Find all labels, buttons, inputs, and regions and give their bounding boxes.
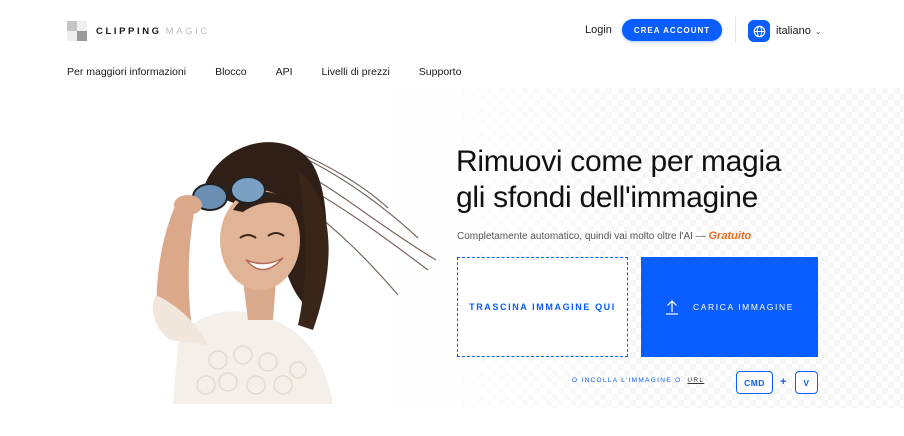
header-divider bbox=[735, 17, 736, 43]
upload-image-button[interactable]: CARICA IMMAGINE bbox=[641, 257, 818, 357]
paste-hint: O INCOLLA L'IMMAGINE O URL bbox=[572, 377, 704, 384]
headline-line-1: Rimuovi come per magia bbox=[456, 145, 782, 178]
shortcut-key-cmd: CMD bbox=[736, 371, 773, 394]
drop-zone-label: TRASCINA IMMAGINE QUI bbox=[469, 302, 616, 312]
upload-label: CARICA IMMAGINE bbox=[693, 302, 794, 312]
upload-arrow-icon bbox=[665, 299, 679, 315]
create-account-button[interactable]: CREA ACCOUNT bbox=[622, 19, 722, 41]
paste-url-link[interactable]: URL bbox=[687, 377, 704, 384]
shortcut-key-v: V bbox=[795, 371, 818, 394]
chevron-down-icon: ⌄ bbox=[814, 26, 822, 36]
page-title: Rimuovi come per magia gli sfondi dell'i… bbox=[456, 144, 781, 216]
logo[interactable]: CLIPPING MAGIC bbox=[67, 21, 210, 41]
login-link[interactable]: Login bbox=[585, 24, 612, 36]
logo-word-magic: MAGIC bbox=[165, 25, 210, 37]
hero-photo bbox=[152, 142, 437, 404]
shortcut-plus: + bbox=[780, 376, 787, 388]
logo-word-clipping: CLIPPING bbox=[96, 25, 162, 37]
globe-icon bbox=[748, 20, 770, 42]
nav-item-blog[interactable]: Blocco bbox=[215, 66, 247, 78]
main-nav: Per maggiori informazioni Blocco API Liv… bbox=[67, 66, 461, 78]
drop-zone[interactable]: TRASCINA IMMAGINE QUI bbox=[457, 257, 628, 357]
nav-item-info[interactable]: Per maggiori informazioni bbox=[67, 66, 186, 78]
nav-item-api[interactable]: API bbox=[276, 66, 293, 78]
paste-hint-text: O INCOLLA L'IMMAGINE O bbox=[572, 377, 682, 384]
nav-item-pricing[interactable]: Livelli di prezzi bbox=[322, 66, 390, 78]
transparency-checkerboard bbox=[384, 88, 904, 408]
language-label: italiano bbox=[776, 25, 811, 37]
nav-item-support[interactable]: Supporto bbox=[419, 66, 462, 78]
logo-mark-icon bbox=[67, 21, 87, 41]
headline-line-2: gli sfondi dell'immagine bbox=[456, 181, 759, 214]
subtitle-text: Completamente automatico, quindi vai mol… bbox=[457, 231, 706, 242]
language-selector[interactable]: italiano ⌄ bbox=[748, 20, 822, 42]
hero-subtitle: Completamente automatico, quindi vai mol… bbox=[457, 230, 751, 242]
free-badge: Gratuito bbox=[708, 230, 752, 242]
